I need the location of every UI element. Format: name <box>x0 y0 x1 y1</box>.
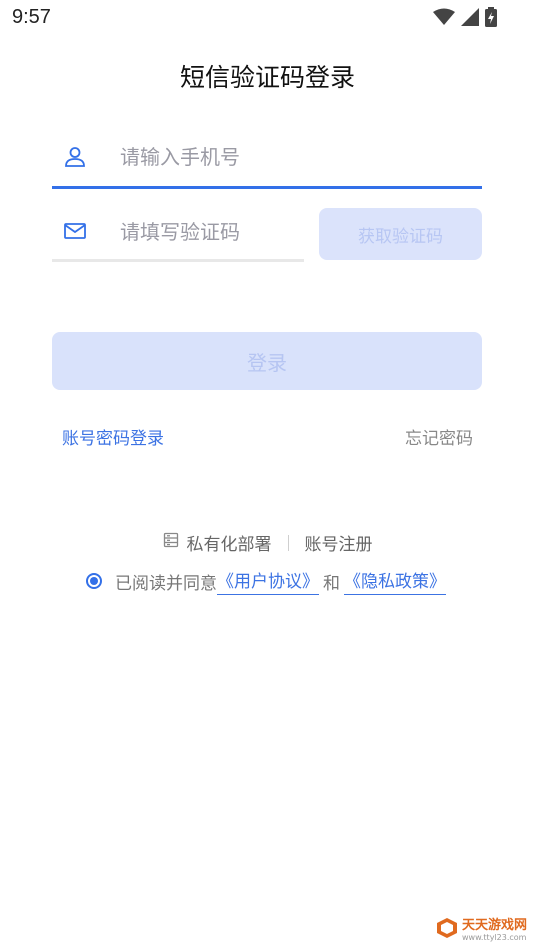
phone-input[interactable] <box>120 138 420 176</box>
forgot-password-link[interactable]: 忘记密码 <box>405 424 473 449</box>
mail-icon <box>63 220 87 246</box>
wifi-icon <box>433 8 455 30</box>
bottom-links: 私有化部署 账号注册 <box>0 530 535 555</box>
cellular-signal-icon <box>461 8 479 30</box>
agreement-row: 已阅读并同意 《用户协议》 和 《隐私政策》 <box>86 567 446 595</box>
phone-field <box>52 138 482 189</box>
status-time: 9:57 <box>12 6 51 28</box>
watermark-name: 天天游戏网 <box>461 917 527 933</box>
agreement-radio[interactable] <box>86 573 102 589</box>
get-code-button[interactable]: 获取验证码 <box>319 208 482 260</box>
code-input[interactable] <box>120 213 300 251</box>
server-icon <box>163 532 179 553</box>
user-agreement-link[interactable]: 《用户协议》 <box>217 567 319 595</box>
agreement-and: 和 <box>323 573 340 594</box>
watermark: 天天游戏网 www.ttyl23.com <box>436 917 527 943</box>
battery-icon <box>485 7 497 31</box>
watermark-url: www.ttyl23.com <box>461 932 527 942</box>
watermark-logo-icon <box>436 917 458 943</box>
login-button[interactable]: 登录 <box>52 332 482 390</box>
register-link[interactable]: 账号注册 <box>305 530 373 555</box>
user-icon <box>63 145 87 173</box>
private-deploy-link[interactable]: 私有化部署 <box>163 530 272 555</box>
divider <box>287 534 289 551</box>
code-field <box>52 213 304 262</box>
radio-checked-dot <box>90 577 98 585</box>
privacy-policy-link[interactable]: 《隐私政策》 <box>344 567 446 595</box>
status-bar: 9:57 <box>0 0 535 36</box>
page-title: 短信验证码登录 <box>179 63 355 92</box>
status-icons <box>433 7 497 31</box>
password-login-link[interactable]: 账号密码登录 <box>62 424 164 449</box>
agreement-prefix: 已阅读并同意 <box>115 573 217 594</box>
private-deploy-label: 私有化部署 <box>186 535 272 555</box>
